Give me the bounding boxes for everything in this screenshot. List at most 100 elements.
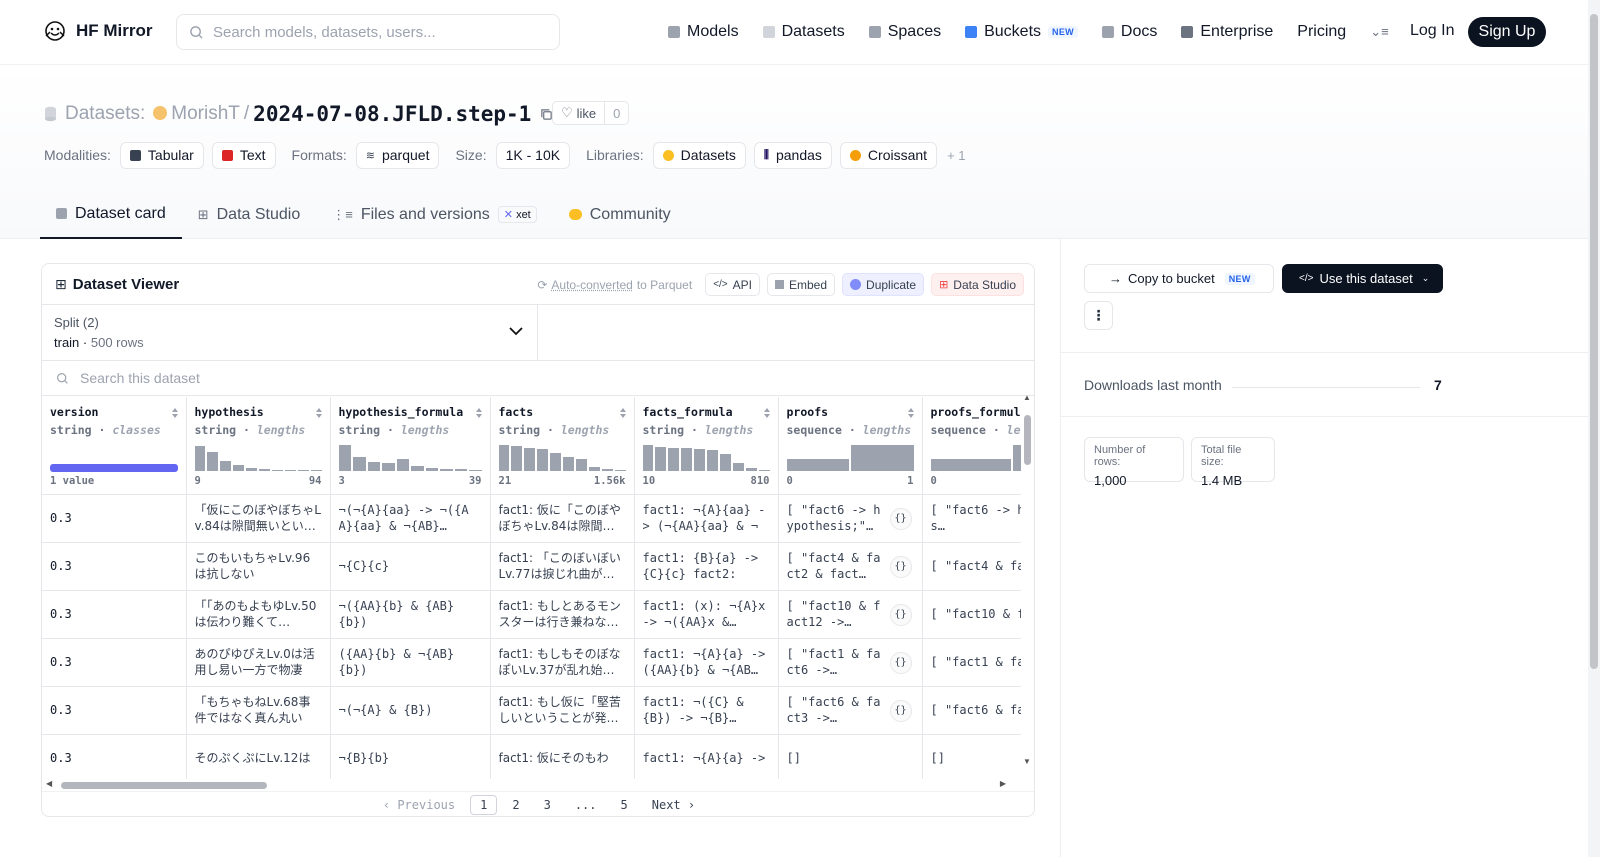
like-button[interactable]: ♡ like 0 — [552, 101, 630, 125]
histogram-bar[interactable] — [425, 468, 438, 471]
cell-version[interactable]: 0.3 — [42, 638, 187, 687]
json-view-icon[interactable]: {} — [889, 603, 912, 626]
cell-facts[interactable]: fact1: 仮に「このぼやぼちゃLv.84は隙間… — [490, 494, 635, 543]
cell-proofs-formula[interactable]: [ "fact6 -> hypothesis… — [922, 494, 1021, 543]
api-button[interactable]: </> API — [705, 273, 760, 296]
cell-proofs-formula[interactable]: [ "fact6 & fact3 ->… — [922, 686, 1021, 735]
tag-pandas[interactable]: ⫼ pandas — [753, 141, 832, 169]
sort-icon[interactable] — [907, 406, 915, 424]
table-row[interactable]: 0.3 そのぷくぷにLv.12は ¬{B}{b} fact1: 仮にそのもわ fact1… — [42, 734, 1021, 779]
cell-facts-formula[interactable]: fact1: ¬{A}{a} -> ({AA}{b} & ¬{AB… — [634, 638, 779, 687]
table-row[interactable]: 0.3 「「あのもよもゆLv.50は伝わり難くて… ¬({AA}{b} & {AB}… — [42, 590, 1021, 639]
cell-hypothesis[interactable]: 「仮にこのぼやぼちゃLv.84は隙間無いとい… — [186, 494, 331, 543]
histogram-bar[interactable] — [655, 447, 667, 471]
tag-croissant[interactable]: Croissant — [839, 141, 938, 169]
histogram-bar[interactable] — [284, 470, 296, 471]
nav-datasets[interactable]: Datasets — [762, 23, 845, 41]
cell-version[interactable]: 0.3 — [42, 542, 187, 591]
tab-files-and-versions[interactable]: ⋮≡ Files and versions ✕ xet — [316, 190, 553, 239]
cell-version[interactable]: 0.3 — [42, 734, 187, 779]
table-row[interactable]: 0.3「もちゃもねLv.68事件ではなく真ん丸いと… ¬(¬{A} & {B}) f… — [42, 686, 1021, 735]
cell-hypothesis[interactable]: 「もちゃもねLv.68事件ではなく真ん丸いと… — [186, 686, 331, 735]
histogram-bar[interactable] — [382, 463, 395, 471]
cell-proofs[interactable]: [ "fact1 & fact6 ->…{} — [778, 638, 923, 687]
page-scroll-thumb[interactable] — [1590, 14, 1598, 669]
histogram-bar[interactable] — [642, 445, 654, 471]
histogram-bar[interactable] — [588, 467, 600, 471]
tag-text[interactable]: Text — [211, 141, 276, 169]
histogram-bar[interactable] — [786, 459, 849, 471]
auto-converted-link[interactable]: Auto-converted — [551, 278, 632, 292]
tab-dataset-card[interactable]: Dataset card — [40, 190, 182, 239]
more-options-button[interactable]: ⋮ — [1084, 301, 1113, 330]
scroll-down-icon[interactable]: ▼ — [1023, 757, 1031, 766]
cell-proofs[interactable]: [ "fact6 & fact3 ->…{} — [778, 686, 923, 735]
cell-facts-formula[interactable]: fact1: {B}{a} -> {C}{c} fact2: {A}… — [634, 542, 779, 591]
cell-hypothesis-formula[interactable]: ¬(¬{A}{aa} -> ¬({AA}{aa} & ¬{AB}… — [330, 494, 491, 543]
histogram-bar[interactable] — [537, 448, 549, 471]
histogram-bar[interactable] — [454, 469, 467, 471]
histogram-bar[interactable] — [246, 467, 258, 471]
cell-facts-formula[interactable]: fact1: ¬({C} & {B}) -> ¬{B}… — [634, 686, 779, 735]
column-header[interactable]: hypothesis string · lengths 9 94 — [186, 397, 331, 495]
cell-hypothesis-formula[interactable]: ¬(¬{A} & {B}) — [330, 686, 491, 735]
histogram-bar[interactable] — [732, 463, 744, 471]
scroll-thumb[interactable] — [61, 782, 267, 789]
histogram-bar[interactable] — [550, 452, 562, 471]
menu-icon[interactable]: ⌄≡ — [1370, 24, 1388, 40]
cell-hypothesis-formula[interactable]: ¬({AA}{b} & {AB}{b}) — [330, 590, 491, 639]
sort-icon[interactable] — [619, 406, 627, 424]
cell-facts[interactable]: fact1: 「このぼいぼいLv.77は捩じれ曲が… — [490, 542, 635, 591]
cell-proofs-formula[interactable]: [ "fact1 & fact6 ->… — [922, 638, 1021, 687]
copy-to-bucket-button[interactable]: → Copy to bucket NEW — [1084, 264, 1274, 293]
datasets-label[interactable]: Datasets: — [65, 103, 145, 125]
page-scrollbar[interactable] — [1588, 0, 1600, 857]
signup-button[interactable]: Sign Up — [1468, 17, 1546, 47]
global-search[interactable] — [176, 14, 560, 50]
sort-icon[interactable] — [763, 406, 771, 424]
tab-community[interactable]: Community — [553, 190, 687, 239]
cell-facts-formula[interactable]: fact1: (x): ¬{A}x -> ¬({AA}x &… — [634, 590, 779, 639]
nav-models[interactable]: Models — [668, 23, 739, 41]
nav-buckets[interactable]: Buckets NEW — [965, 23, 1078, 41]
cell-facts[interactable]: fact1: もしとあるモンスターは行き兼ねな… — [490, 590, 635, 639]
histogram-bar[interactable] — [207, 451, 219, 471]
page-3[interactable]: 3 — [535, 796, 560, 814]
tag-size[interactable]: 1K - 10K — [495, 141, 571, 169]
split-selector[interactable]: Split (2) train · 500 rows — [42, 305, 538, 360]
cell-proofs[interactable]: [ "fact10 & fact12 ->…{} — [778, 590, 923, 639]
tag-parquet[interactable]: ≋ parquet — [355, 141, 440, 169]
histogram-bar[interactable] — [353, 456, 366, 471]
duplicate-button[interactable]: Duplicate — [842, 273, 925, 296]
repo-name[interactable]: 2024-07-08.JFLD.step-1 — [253, 102, 531, 126]
scroll-up-icon[interactable]: ▲ — [1023, 393, 1031, 402]
histogram-bar[interactable] — [694, 448, 706, 471]
histogram-bar[interactable] — [220, 460, 232, 471]
login-link[interactable]: Log In — [1410, 22, 1454, 40]
tag-tabular[interactable]: Tabular — [119, 141, 204, 169]
histogram-bar[interactable] — [511, 446, 523, 471]
column-header[interactable]: proofs sequence · lengths 0 1 — [778, 397, 923, 495]
class-bar[interactable] — [50, 464, 178, 472]
cell-proofs-formula[interactable]: [ "fact10 & fact12 ->… — [922, 590, 1021, 639]
cell-version[interactable]: 0.3 — [42, 590, 187, 639]
cell-facts-formula[interactable]: fact1: ¬{A}{a} -> — [634, 734, 779, 779]
cell-facts[interactable]: fact1: もし仮に「堅苦しいということが発… — [490, 686, 635, 735]
next-page-button[interactable]: Next › — [643, 796, 704, 814]
cell-facts[interactable]: fact1: 仮にそのもわ — [490, 734, 635, 779]
cell-hypothesis[interactable]: あのぴゆぴえLv.0は活用し易い一方で物凄く… — [186, 638, 331, 687]
cell-proofs[interactable]: [ "fact4 & fact2 & fact…{} — [778, 542, 923, 591]
histogram-bar[interactable] — [745, 467, 757, 471]
data-studio-button[interactable]: ⊞ Data Studio — [931, 273, 1024, 296]
nav-enterprise[interactable]: Enterprise — [1181, 23, 1273, 41]
histogram-bar[interactable] — [1013, 445, 1021, 471]
histogram-bar[interactable] — [338, 445, 351, 471]
histogram-bar[interactable] — [707, 449, 718, 471]
json-view-icon[interactable]: {} — [889, 507, 912, 530]
owner-link[interactable]: MorishT — [153, 103, 240, 125]
page-1[interactable]: 1 — [470, 795, 498, 815]
histogram-bar[interactable] — [310, 470, 322, 471]
histogram-bar[interactable] — [411, 465, 424, 471]
column-header[interactable]: proofs_formula sequence · lengths 0 — [922, 397, 1021, 495]
column-header[interactable]: facts_formula string · lengths 10 810 — [634, 397, 779, 495]
